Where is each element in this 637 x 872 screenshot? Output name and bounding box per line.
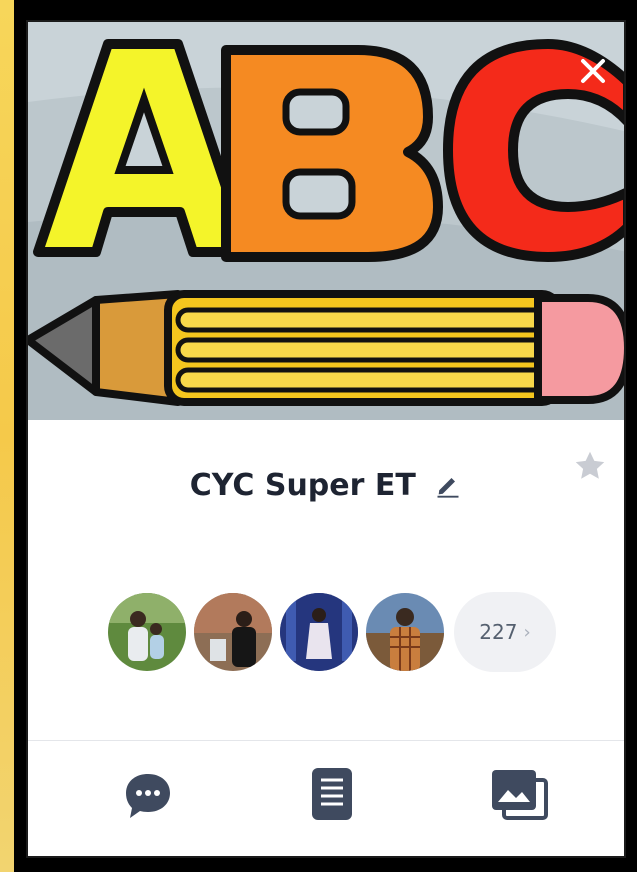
edit-name-button[interactable] [434, 471, 462, 507]
group-name: CYC Super ET [189, 468, 416, 503]
member-count-button[interactable]: 227 › [454, 592, 556, 672]
member-count: 227 [479, 620, 518, 644]
action-bar [28, 762, 624, 842]
member-avatar[interactable] [108, 593, 186, 671]
notes-icon [312, 768, 352, 820]
group-name-row: CYC Super ET [28, 468, 624, 507]
album-button[interactable] [490, 768, 550, 829]
member-avatar[interactable] [280, 593, 358, 671]
cover-image [28, 22, 624, 420]
chevron-right-icon: › [523, 621, 531, 643]
frame-gold-border [0, 0, 14, 872]
member-avatar[interactable] [366, 593, 444, 671]
member-list: 227 › [108, 592, 556, 672]
chat-button[interactable] [122, 770, 174, 827]
photo-album-icon [492, 770, 548, 820]
group-profile-panel: CYC Super ET 227 › [26, 20, 626, 858]
chat-bubble-icon [126, 774, 170, 818]
window-frame: CYC Super ET 227 › [18, 10, 634, 868]
notes-button[interactable] [310, 766, 354, 829]
divider [28, 740, 624, 741]
member-avatar[interactable] [194, 593, 272, 671]
close-button[interactable] [576, 54, 610, 88]
pencil-edit-icon [437, 478, 459, 498]
close-icon [581, 59, 605, 83]
